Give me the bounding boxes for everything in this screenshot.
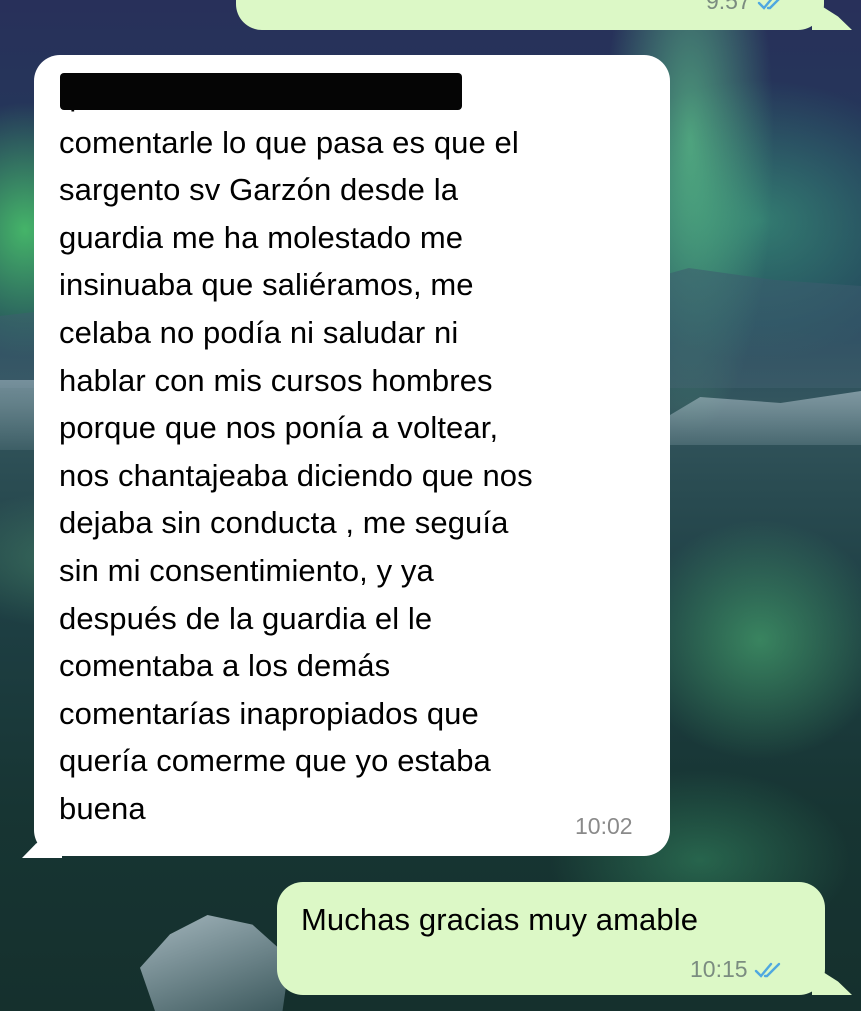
message-text: Muchas gracias muy amable	[301, 902, 699, 937]
message-bubble-incoming[interactable]: quería comentarle lo que pasa es que el …	[34, 55, 670, 856]
wallpaper-ice-right	[660, 391, 861, 445]
message-meta: 10:15	[690, 956, 784, 983]
message-time: 9:57	[706, 0, 751, 14]
wallpaper-snow-rock	[140, 915, 290, 1011]
message-time: 10:15	[690, 956, 748, 982]
redacted-name-block	[60, 73, 462, 110]
message-meta: 9:57	[706, 0, 787, 15]
double-check-icon	[757, 0, 787, 11]
message-meta: 10:02	[575, 813, 633, 840]
message-bubble-outgoing[interactable]: Muchas gracias muy amable 10:15	[277, 882, 825, 995]
double-check-icon	[754, 961, 784, 979]
message-time: 10:02	[575, 813, 633, 839]
message-text: quería comentarle lo que pasa es que el …	[59, 77, 533, 826]
